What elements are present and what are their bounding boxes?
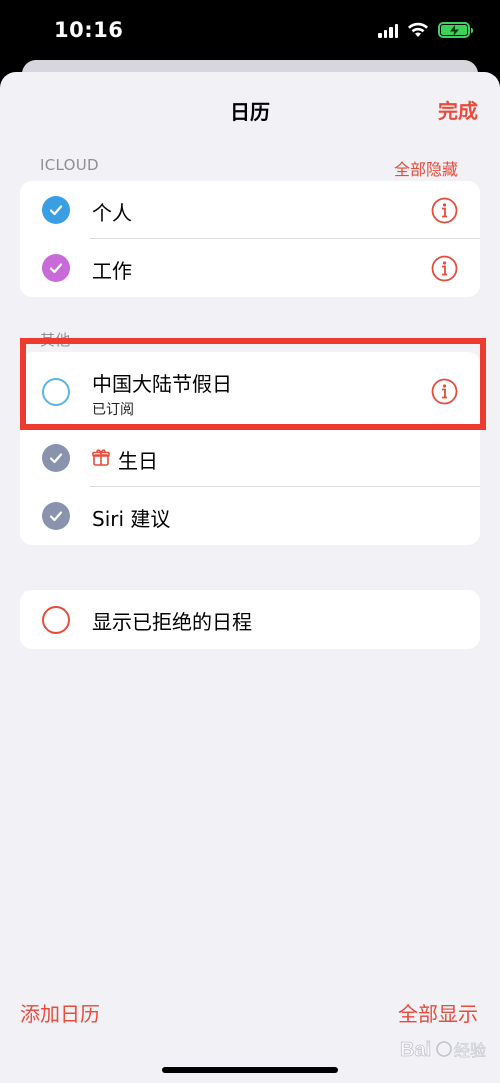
calendar-label: Siri 建议 <box>92 507 171 531</box>
calendar-row-birthdays[interactable]: 生日 <box>20 429 480 487</box>
icloud-section-header: ICLOUD <box>40 156 99 174</box>
status-icons <box>378 22 473 38</box>
wifi-icon <box>408 22 428 37</box>
calendar-label: 生日 <box>118 449 158 473</box>
home-indicator <box>162 1067 338 1073</box>
calendar-row-siri-suggestions[interactable]: Siri 建议 <box>20 487 480 545</box>
calendars-sheet: 日历 完成 ICLOUD 全部隐藏 个人 工作 其他 中国大陆节假日 已订阅 生… <box>0 72 500 1083</box>
gift-icon <box>92 448 110 466</box>
svg-text:经验: 经验 <box>454 1041 486 1060</box>
status-time: 10:16 <box>54 18 124 42</box>
calendar-label: 工作 <box>92 259 132 283</box>
declined-events-group: 显示已拒绝的日程 <box>20 590 480 649</box>
done-button[interactable]: 完成 <box>438 95 478 124</box>
highlight-annotation-box <box>20 338 486 430</box>
page-title: 日历 <box>230 100 270 124</box>
calendar-row-personal[interactable]: 个人 <box>20 181 480 239</box>
icloud-calendar-group: 个人 工作 <box>20 181 480 297</box>
calendar-row-work[interactable]: 工作 <box>20 239 480 297</box>
cellular-signal-icon <box>378 23 398 38</box>
unchecked-circle-icon[interactable] <box>42 606 70 634</box>
calendar-label: 个人 <box>92 201 132 225</box>
checkmark-icon[interactable] <box>42 502 70 530</box>
svg-text:Bai: Bai <box>400 1039 431 1061</box>
charging-bolt-icon <box>449 24 459 36</box>
baidu-jingyan-watermark: Bai 经验 <box>400 1022 492 1076</box>
hide-all-button[interactable]: 全部隐藏 <box>394 156 458 180</box>
status-bar: 10:16 <box>0 0 500 62</box>
checkmark-icon[interactable] <box>42 196 70 224</box>
add-calendar-button[interactable]: 添加日历 <box>20 998 100 1027</box>
battery-icon <box>438 22 473 38</box>
info-icon[interactable] <box>431 197 458 224</box>
info-icon[interactable] <box>431 255 458 282</box>
checkmark-icon[interactable] <box>42 254 70 282</box>
show-declined-events-label: 显示已拒绝的日程 <box>92 610 252 634</box>
checkmark-icon[interactable] <box>42 444 70 472</box>
show-declined-events-row[interactable]: 显示已拒绝的日程 <box>20 590 480 649</box>
